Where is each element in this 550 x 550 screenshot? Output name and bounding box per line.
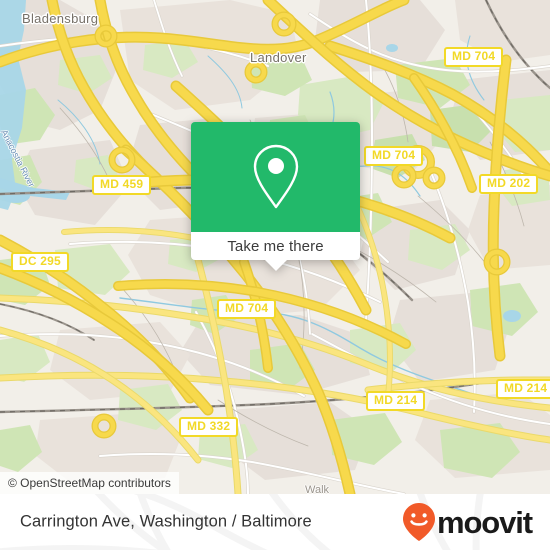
callout-action-panel[interactable]: Take me there — [191, 232, 360, 271]
route-shield-md-214-east: MD 214 — [496, 379, 550, 399]
moovit-map-screenshot: .land { fill:#f2efe9; } .res { fill:#e6d… — [0, 0, 550, 550]
route-shield-md-459: MD 459 — [92, 175, 152, 195]
moovit-smiley-pin-icon — [402, 503, 435, 541]
location-title: Carrington Ave, Washington / Baltimore — [20, 512, 312, 531]
route-shield-md-214-center: MD 214 — [366, 391, 426, 411]
moovit-logo[interactable]: moovit — [402, 502, 533, 542]
map-pin-icon — [253, 144, 298, 209]
route-shield-md-704-south: MD 704 — [217, 299, 277, 319]
route-shield-md-704-north: MD 704 — [444, 47, 504, 67]
callout-icon-panel — [191, 122, 360, 232]
route-shield-md-202: MD 202 — [479, 174, 539, 194]
route-shield-dc-295: DC 295 — [11, 252, 69, 272]
moovit-wordmark: moovit — [436, 504, 533, 540]
osm-attribution[interactable]: © OpenStreetMap contributors — [0, 472, 179, 494]
route-shield-md-704-mid: MD 704 — [364, 146, 424, 166]
route-shield-md-332: MD 332 — [179, 417, 239, 437]
footer-bar: Carrington Ave, Washington / Baltimore m… — [0, 494, 550, 550]
take-me-there-label: Take me there — [227, 237, 324, 255]
callout-pointer-tail — [264, 260, 287, 271]
destination-callout[interactable]: Take me there — [191, 122, 360, 271]
